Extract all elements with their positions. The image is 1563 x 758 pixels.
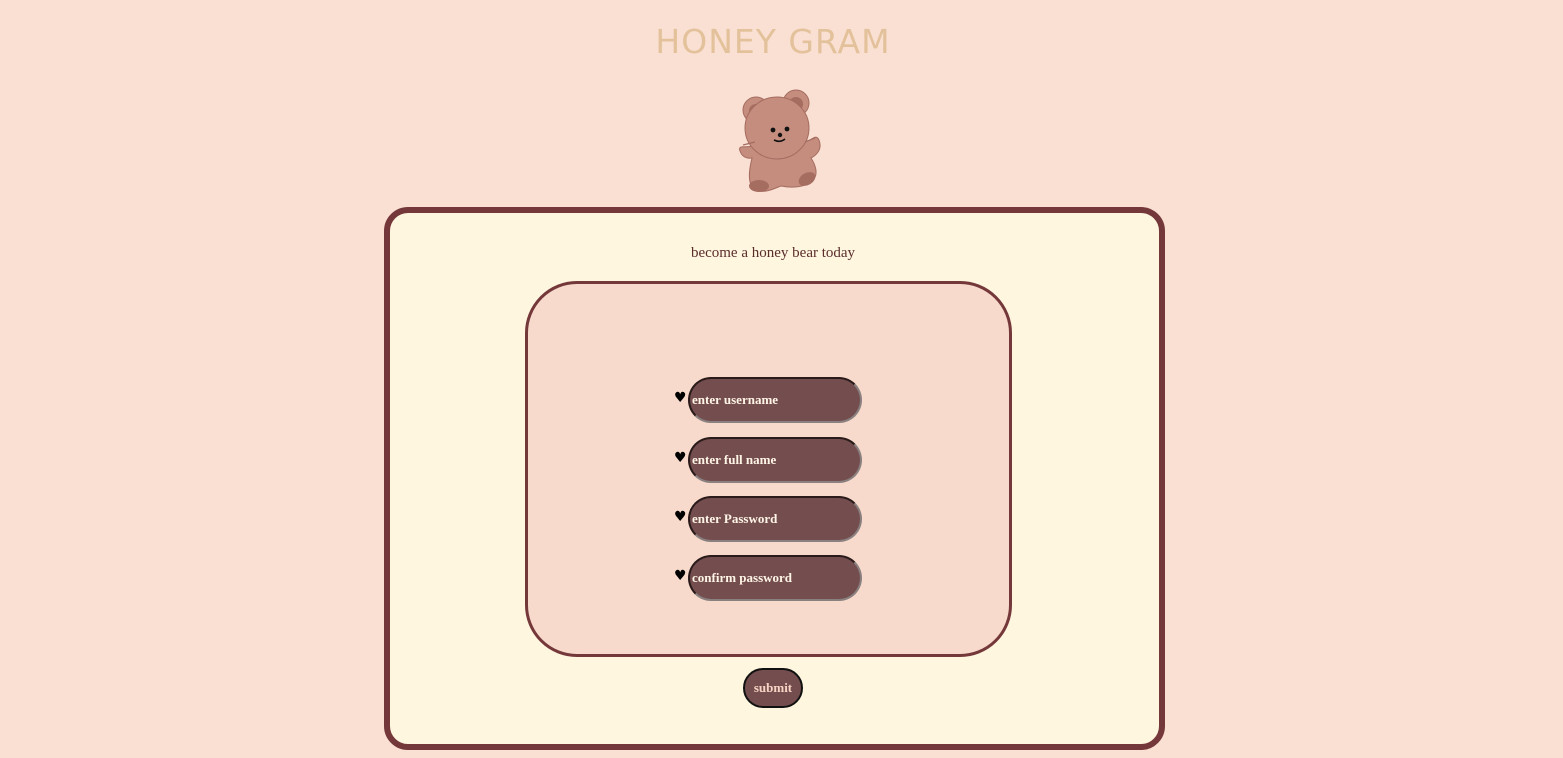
full-name-input[interactable] [688,437,862,483]
heart-icon: ♥ [674,390,687,406]
confirm-password-row: ♥ [674,555,862,601]
heart-icon: ♥ [674,568,687,584]
teddy-bear-icon [739,89,821,192]
username-row: ♥ [674,377,862,423]
form-subtitle: become a honey bear today [690,245,856,261]
password-input[interactable] [688,496,862,542]
full-name-row: ♥ [674,437,862,483]
app-title: HONEY GRAM [655,22,891,61]
heart-icon: ♥ [674,450,687,466]
confirm-password-input[interactable] [688,555,862,601]
username-input[interactable] [688,377,862,423]
submit-button[interactable]: submit [743,668,803,708]
password-row: ♥ [674,496,862,542]
page: HONEY GRAM become a honey bear today ♥ ♥… [0,0,1563,758]
heart-icon: ♥ [674,509,687,525]
